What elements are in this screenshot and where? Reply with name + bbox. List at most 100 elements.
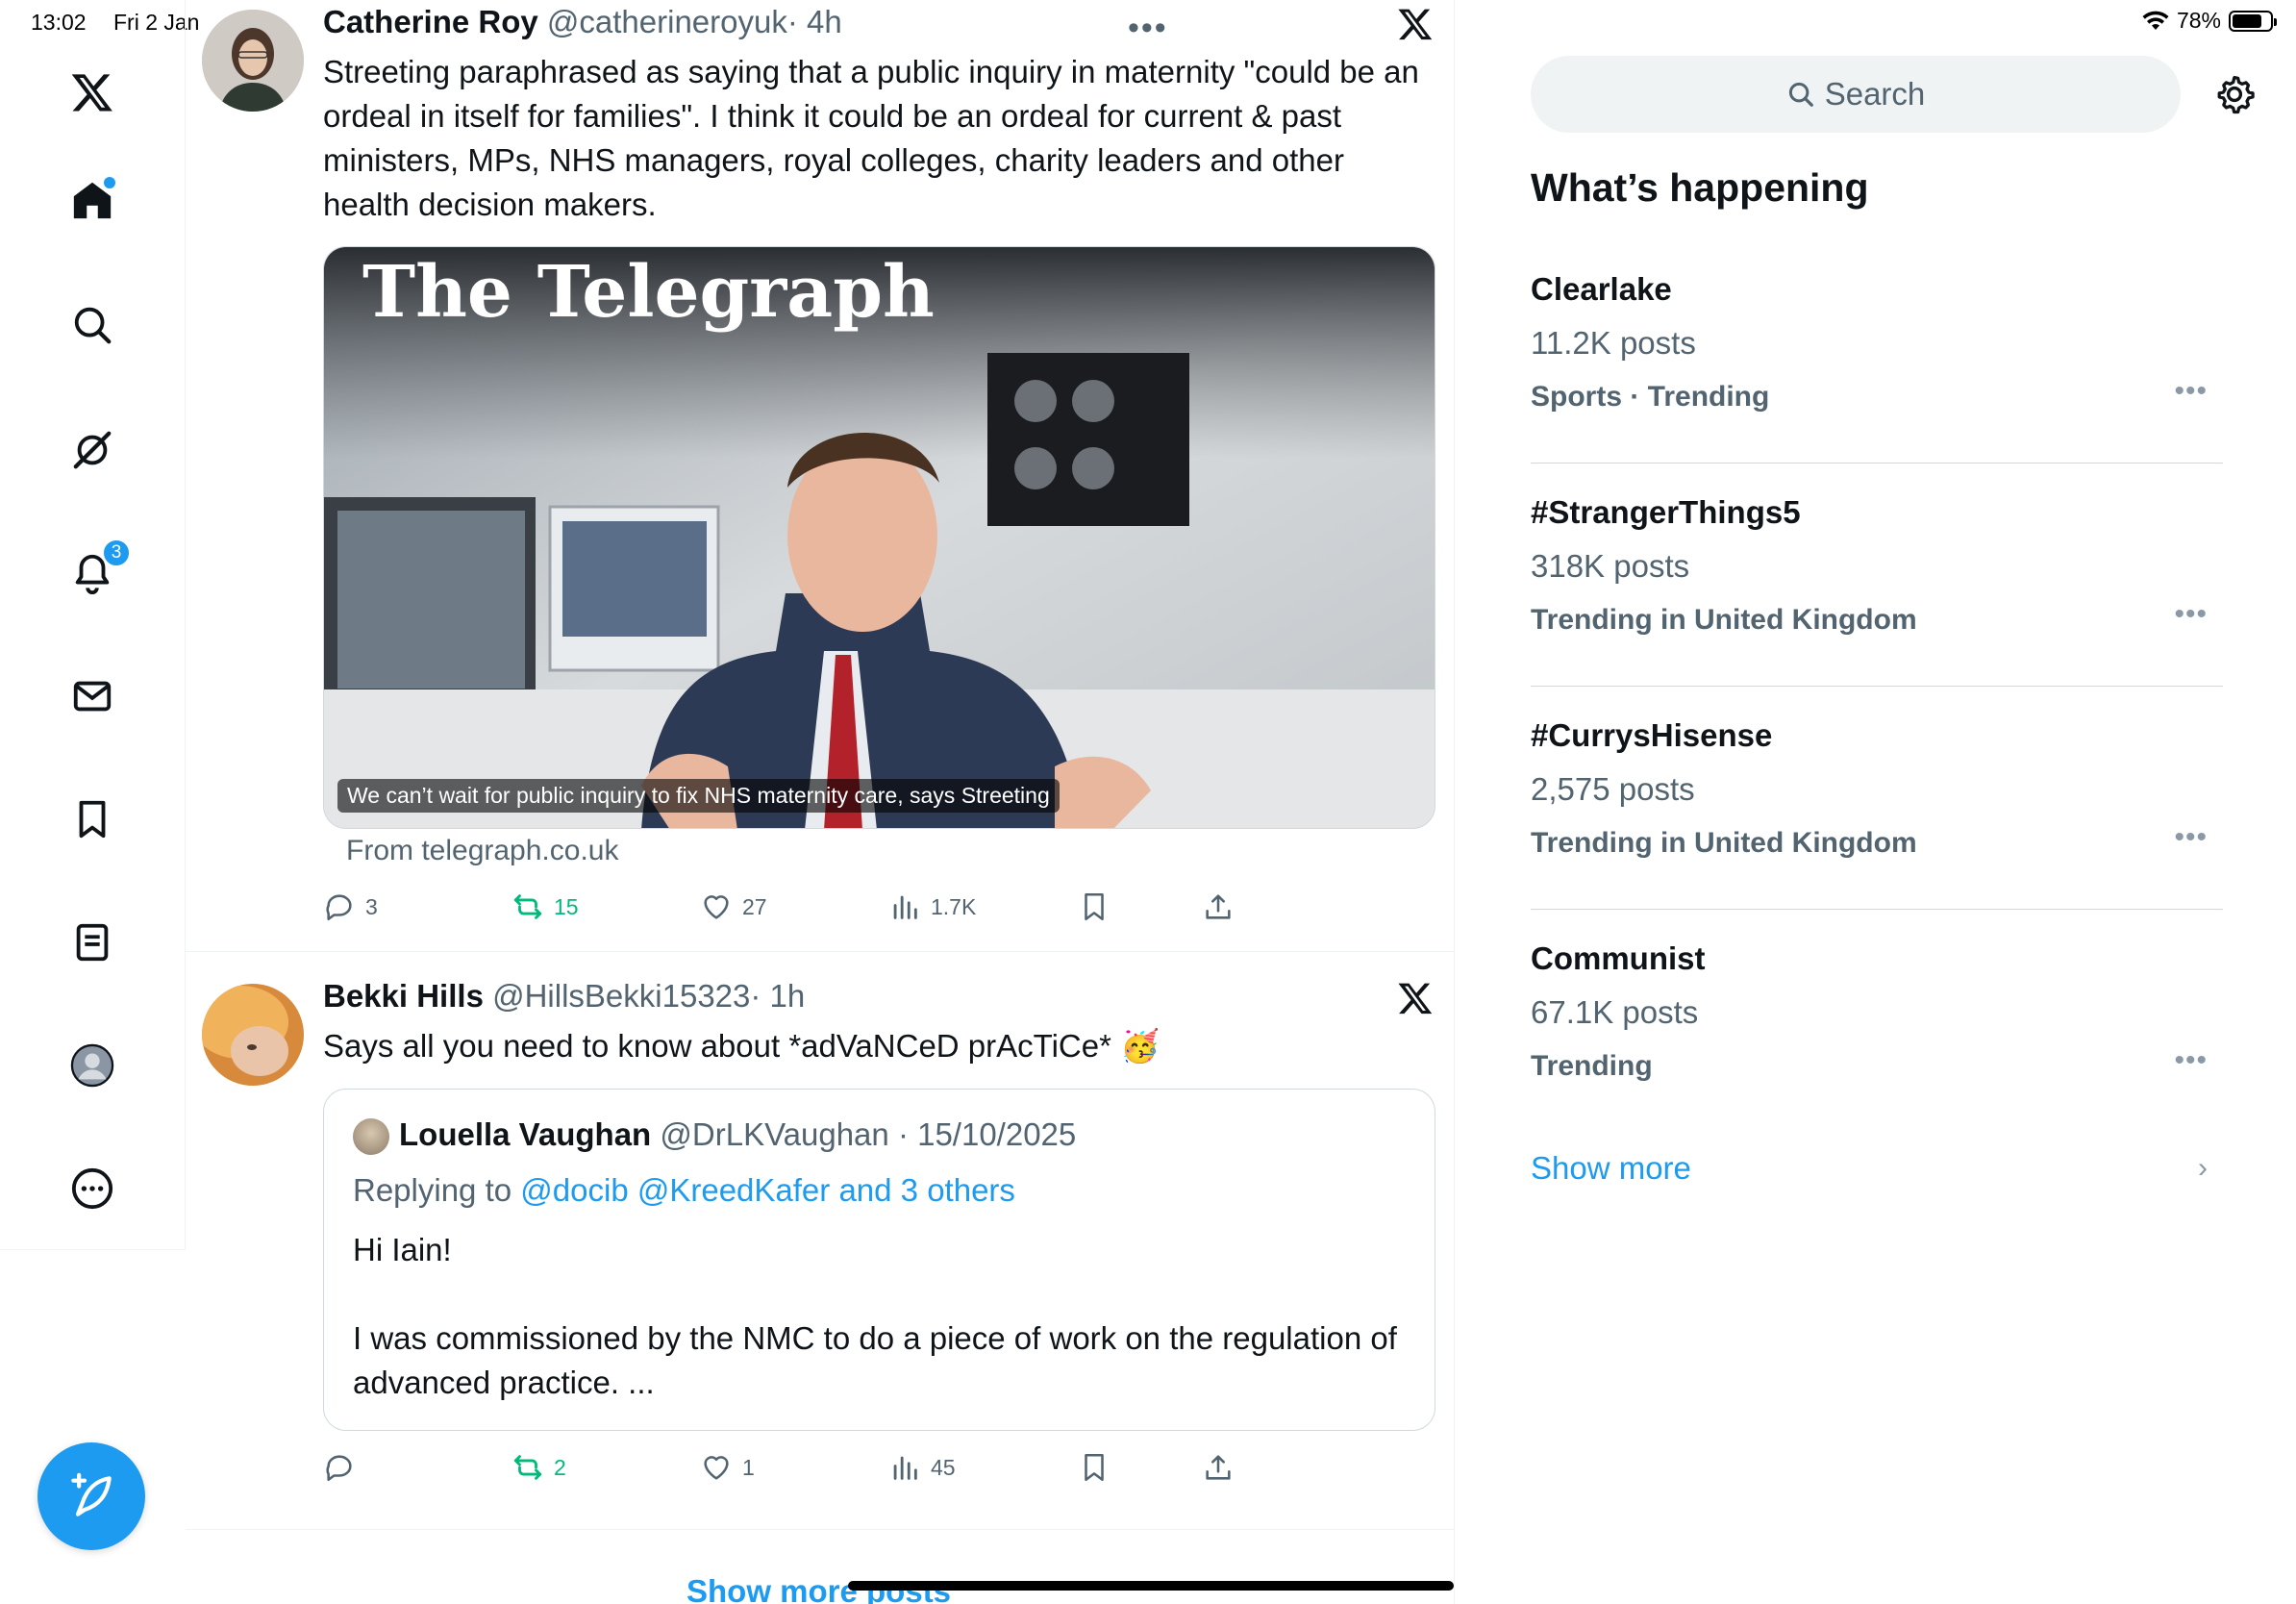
quoted-tweet[interactable]: Louella Vaughan @DrLKVaughan · 15/10/202… [323,1089,1435,1431]
trend-item[interactable]: Clearlake 11.2K posts Sports · Trending … [1531,240,2223,464]
quoted-replying-to: Replying to @docib @KreedKafer and 3 oth… [353,1172,1015,1209]
lists-icon[interactable] [62,912,123,973]
battery-percent: 78% [2176,8,2221,33]
avatar-portrait [202,984,304,1086]
trend-item[interactable]: #CurrysHisense 2,575 posts Trending in U… [1531,687,2223,910]
repost-icon [513,894,542,919]
show-more-trends-link[interactable]: Show more [1531,1150,1691,1187]
tweet-time[interactable]: · 4h [787,4,842,39]
notifications-badge: 3 [102,539,131,567]
like-button[interactable]: 27 [700,890,767,923]
trend-category: Trending [1531,1050,1653,1082]
trend-category: Sports · Trending [1531,381,1770,413]
trend-more-icon[interactable]: ••• [2174,821,2208,854]
author-handle[interactable]: @HillsBekki15323 [492,978,750,1014]
replying-to-users[interactable]: @docib @KreedKafer and 3 others [520,1172,1015,1208]
avatar-portrait [202,10,304,112]
quoted-text-line: Hi Iain! [353,1232,452,1267]
like-button[interactable]: 1 [700,1451,755,1484]
trend-more-icon[interactable]: ••• [2174,375,2208,408]
tweet-more-options-icon[interactable]: ••• [1128,10,1168,47]
search-input[interactable]: Search [1531,56,2181,133]
share-button[interactable] [1202,890,1235,923]
feather-plus-icon [71,1472,112,1516]
whats-happening-title: What’s happening [1531,165,1869,210]
timeline: Catherine Roy @catherineroyuk· 4h ••• St… [186,0,1455,1604]
tweet-header: Bekki Hills @HillsBekki15323· 1h [323,978,805,1015]
trend-count: 318K posts [1531,548,1690,584]
bookmark-icon [1085,892,1104,921]
views-count: 45 [931,1454,956,1480]
tweet-time[interactable]: · 1h [750,978,805,1014]
share-icon [1206,894,1231,919]
like-count: 27 [742,893,767,919]
author-handle[interactable]: @catherineroyuk [547,4,787,39]
quoted-text-line: I was commissioned by the NMC to do a pi… [353,1320,1397,1400]
heart-icon [704,1456,729,1480]
gear-icon[interactable] [2213,73,2256,115]
article-photo: The Telegraph [324,247,1435,828]
more-options-icon[interactable] [62,1158,123,1219]
share-button[interactable] [1202,1451,1235,1484]
trend-name: Communist [1531,940,1706,976]
trend-item[interactable]: Communist 67.1K posts Trending ••• [1531,910,2223,1133]
tweet-text: Streeting paraphrased as saying that a p… [323,54,1419,222]
quoted-time: · 15/10/2025 [897,1116,1077,1152]
trend-item[interactable]: #StrangerThings5 318K posts Trending in … [1531,464,2223,687]
battery-level [2233,13,2261,28]
status-indicators: 78% [2142,8,2277,34]
link-card-image[interactable]: The Telegraph We can’t wait for public i… [323,246,1435,829]
like-count: 1 [742,1454,755,1480]
messages-envelope-icon[interactable] [62,665,123,727]
views-button[interactable]: 45 [888,1451,956,1484]
link-card-source[interactable]: From telegraph.co.uk [346,835,618,867]
trend-more-icon[interactable]: ••• [2174,1044,2208,1077]
author-name[interactable]: Catherine Roy [323,4,538,39]
author-name[interactable]: Bekki Hills [323,978,484,1014]
tweet-text: Says all you need to know about *adVaNCe… [323,1028,1160,1064]
tweet[interactable]: Bekki Hills @HillsBekki15323· 1h Says al… [186,953,1455,1530]
profile-avatar-icon[interactable] [62,1035,123,1096]
reply-button[interactable] [323,1451,356,1484]
repost-count: 2 [554,1454,566,1480]
search-icon[interactable] [62,294,123,356]
trend-name: Clearlake [1531,271,1672,307]
quoted-header: Louella Vaughan @DrLKVaughan · 15/10/202… [399,1116,1076,1153]
avatar[interactable] [202,984,304,1086]
sidebar-nav: 3 [0,0,186,1250]
x-logo-icon[interactable] [62,62,123,123]
tweet-actions: 2 1 45 [323,1451,1285,1490]
tweet[interactable]: Catherine Roy @catherineroyuk· 4h ••• St… [186,0,1455,952]
replying-prefix: Replying to [353,1172,512,1208]
share-icon [1206,1455,1231,1480]
telegraph-logo: The Telegraph [362,251,935,334]
quoted-avatar[interactable] [353,1118,389,1155]
compose-post-button[interactable] [37,1442,145,1550]
repost-button[interactable]: 2 [512,1451,566,1484]
avatar[interactable] [202,10,304,112]
search-icon [1788,82,1813,107]
trend-category: Trending in United Kingdom [1531,604,1917,636]
heart-icon [704,895,729,919]
trend-count: 2,575 posts [1531,771,1695,807]
reply-count: 3 [365,893,378,919]
home-indicator[interactable] [848,1581,1454,1591]
notifications-bell-icon[interactable]: 3 [62,539,131,604]
bookmark-button[interactable] [1078,1451,1111,1484]
repost-count: 15 [554,893,579,919]
wifi-icon [2142,11,2169,30]
trend-count: 11.2K posts [1531,325,1696,361]
repost-button[interactable]: 15 [512,890,579,923]
bookmarks-icon[interactable] [62,789,123,850]
search-placeholder: Search [1824,76,1926,112]
grok-icon[interactable] [62,419,123,481]
views-button[interactable]: 1.7K [888,890,976,923]
trend-name: #CurrysHisense [1531,717,1773,753]
trend-more-icon[interactable]: ••• [2174,598,2208,631]
battery-icon [2229,10,2277,32]
bookmark-icon [1085,1453,1104,1482]
home-icon[interactable] [62,169,123,231]
reply-button[interactable]: 3 [323,890,378,923]
bookmark-button[interactable] [1078,890,1111,923]
x-logo-icon [1398,9,1433,40]
